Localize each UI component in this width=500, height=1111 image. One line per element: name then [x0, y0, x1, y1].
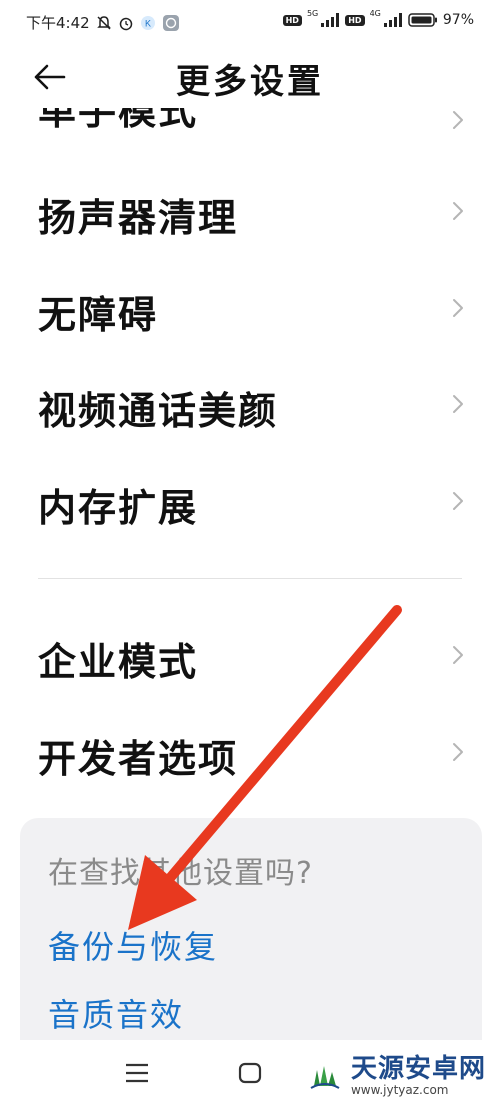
- hd-badge: HD: [282, 14, 302, 26]
- settings-row-speaker-clean[interactable]: 扬声器清理: [0, 163, 500, 259]
- battery-icon: [408, 13, 438, 27]
- settings-row-label: 无障碍: [38, 293, 159, 337]
- suggestion-card: 在查找其他设置吗? 备份与恢复 音质音效: [20, 818, 482, 1058]
- settings-row-label: 扬声器清理: [38, 196, 239, 240]
- chevron-right-icon: [453, 202, 463, 220]
- settings-row-memory-extension[interactable]: 内存扩展: [0, 453, 500, 549]
- chevron-right-icon: [453, 646, 463, 664]
- watermark-url: www.jytyaz.com: [350, 1083, 449, 1097]
- suggestion-link-sound-effects[interactable]: 音质音效: [48, 990, 184, 1036]
- network-5g-label: 5G: [306, 9, 319, 18]
- signal-icon-2: [383, 13, 403, 27]
- settings-row-developer-options[interactable]: 开发者选项: [0, 704, 500, 800]
- signal-icon: [320, 13, 340, 27]
- app-assistant-icon: [162, 14, 180, 32]
- battery-percent: 97%: [442, 12, 474, 28]
- app-k-icon: K: [140, 15, 156, 31]
- network-4g-label: 4G: [369, 9, 381, 18]
- chevron-right-icon: [453, 743, 463, 761]
- chevron-right-icon: [453, 492, 463, 510]
- settings-row-label: 企业模式: [38, 640, 199, 684]
- android-logo-icon: [305, 1057, 344, 1095]
- settings-row-enterprise-mode[interactable]: 企业模式: [0, 607, 500, 703]
- settings-row-label: 内存扩展: [38, 486, 199, 530]
- chevron-right-icon: [453, 111, 463, 129]
- settings-row-label: 视频通话美颜: [38, 389, 279, 433]
- alarm-icon: [118, 15, 134, 31]
- home-icon[interactable]: [238, 1062, 262, 1084]
- settings-row-one-hand-mode[interactable]: 单手模式: [0, 108, 500, 140]
- suggestion-link-backup-restore[interactable]: 备份与恢复: [48, 922, 218, 968]
- watermark: 天源安卓网 www.jytyaz.com: [305, 1055, 486, 1097]
- menu-icon[interactable]: [124, 1062, 150, 1084]
- chevron-right-icon: [453, 395, 463, 413]
- page-title: 更多设置: [176, 62, 324, 102]
- hd-badge-2: HD: [345, 14, 365, 26]
- section-divider: [38, 578, 462, 579]
- settings-row-video-beauty[interactable]: 视频通话美颜: [0, 356, 500, 452]
- chevron-right-icon: [453, 299, 463, 317]
- status-time: 下午4:42: [26, 14, 90, 32]
- suggestion-card-title: 在查找其他设置吗?: [48, 856, 313, 891]
- settings-row-accessibility[interactable]: 无障碍: [0, 260, 500, 356]
- svg-text:K: K: [145, 18, 151, 28]
- settings-row-label: 开发者选项: [38, 737, 239, 781]
- status-bar: 下午4:42 K HD 5G HD 4G 97%: [0, 0, 500, 46]
- settings-row-label: 单手模式: [38, 108, 199, 133]
- watermark-name: 天源安卓网: [350, 1054, 486, 1084]
- header: 更多设置: [0, 48, 500, 108]
- mute-bell-icon: [96, 15, 112, 31]
